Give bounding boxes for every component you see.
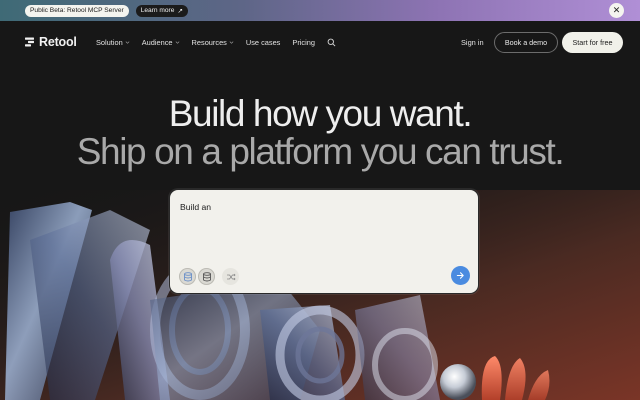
hero-subheadline: Ship on a platform you can trust.	[76, 131, 565, 172]
start-free-button[interactable]: Start for free	[562, 32, 623, 53]
database-alt-tool-button[interactable]	[198, 268, 215, 285]
nav-links: Solution Audience Resources Use cases Pr…	[96, 38, 336, 47]
database-tool-button[interactable]	[179, 268, 196, 285]
hero-headline: Build how you want.	[168, 93, 473, 134]
learn-more-link[interactable]: Learn more ↗	[135, 4, 188, 17]
chevron-down-icon	[229, 41, 234, 44]
nav-use-cases-label: Use cases	[245, 38, 281, 47]
search-icon[interactable]	[327, 38, 336, 47]
chevron-down-icon	[175, 41, 179, 44]
sign-in-link[interactable]: Sign in	[461, 38, 484, 47]
nav-pricing-label: Pricing	[292, 38, 315, 47]
database-icon	[183, 271, 192, 281]
arrow-right-icon	[456, 272, 464, 279]
retool-logo[interactable]: Retool	[25, 35, 77, 49]
nav-use-cases[interactable]: Use cases	[246, 38, 281, 47]
announcement-banner: Public Beta: Retool MCP Server Learn mor…	[0, 0, 640, 21]
learn-more-label: Learn more	[140, 7, 175, 14]
prompt-tools	[179, 268, 241, 285]
nav-audience[interactable]: Audience	[142, 38, 180, 47]
book-demo-button[interactable]: Book a demo	[494, 32, 558, 53]
nav-solution[interactable]: Solution	[96, 38, 130, 47]
send-button[interactable]	[451, 266, 470, 285]
nav-resources-label: Resources	[191, 38, 227, 47]
chevron-down-icon	[125, 41, 130, 44]
top-navigation: Retool Solution Audience Resources Use c…	[0, 21, 640, 65]
retool-logo-icon	[25, 37, 34, 47]
external-arrow-icon: ↗	[177, 7, 183, 15]
shuffle-tool-button[interactable]	[222, 268, 239, 285]
nav-resources[interactable]: Resources	[192, 38, 234, 47]
shuffle-icon	[226, 273, 236, 280]
nav-pricing[interactable]: Pricing	[292, 38, 315, 47]
nav-solution-label: Solution	[96, 38, 123, 47]
beta-badge[interactable]: Public Beta: Retool MCP Server	[25, 4, 129, 17]
prompt-input[interactable]: Build an	[180, 202, 211, 212]
database-alt-icon	[202, 271, 211, 281]
prompt-box[interactable]: Build an	[169, 189, 479, 294]
nav-audience-label: Audience	[141, 38, 173, 47]
logo-text: Retool	[39, 35, 77, 49]
close-icon[interactable]: ✕	[609, 3, 624, 18]
